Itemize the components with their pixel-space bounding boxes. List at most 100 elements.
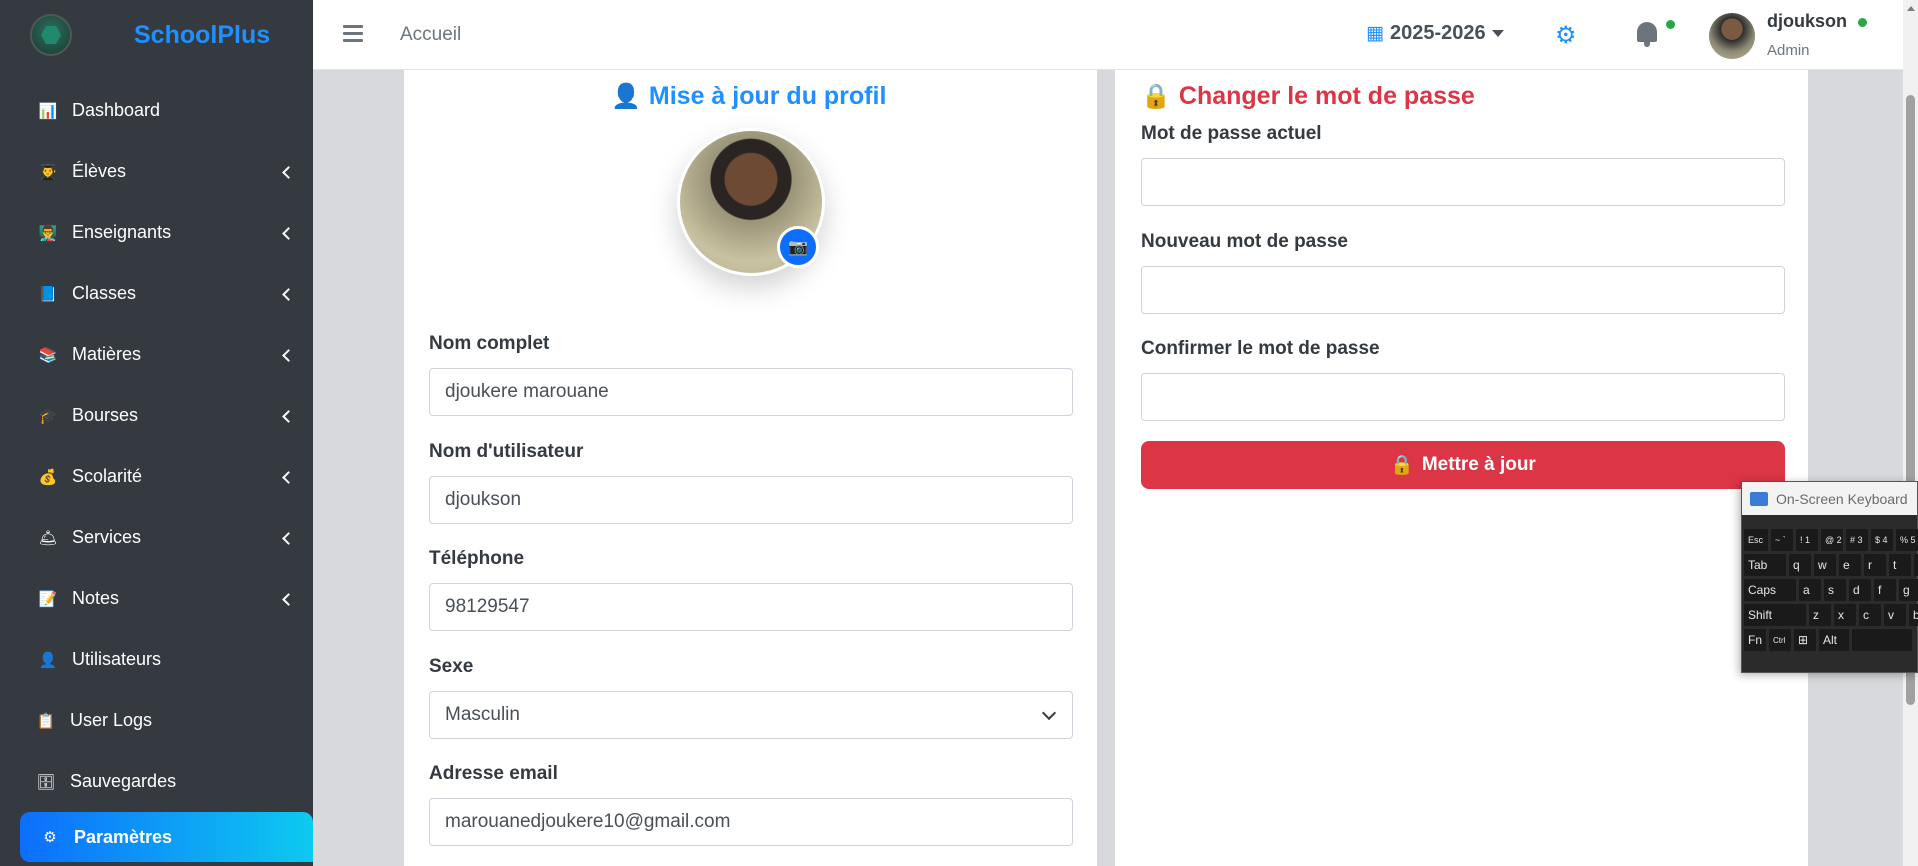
sidebar-item-utilisateurs[interactable]: 👤 Utilisateurs xyxy=(0,629,313,690)
osk-key[interactable]: a xyxy=(1799,579,1821,601)
osk-key[interactable]: ! 1 xyxy=(1796,529,1818,551)
sidebar-item-dashboard[interactable]: 📊 Dashboard xyxy=(0,80,313,141)
osk-key[interactable]: b xyxy=(1909,604,1918,626)
osk-key[interactable]: y xyxy=(1914,554,1918,576)
fullname-label: Nom complet xyxy=(429,333,550,354)
osk-key[interactable]: Tab xyxy=(1744,554,1786,576)
confirm-password-label: Confirmer le mot de passe xyxy=(1141,338,1380,359)
osk-spacebar[interactable] xyxy=(1852,629,1912,651)
memo-icon: 📝 xyxy=(38,590,58,608)
money-bag-icon: 💰 xyxy=(38,468,58,486)
school-year-dropdown[interactable]: ▦ 2025-2026 xyxy=(1366,22,1504,45)
brand[interactable]: SchoolPlus xyxy=(0,0,313,70)
brand-name: SchoolPlus xyxy=(134,20,271,49)
osk-key[interactable]: f xyxy=(1874,579,1896,601)
osk-key[interactable]: q xyxy=(1789,554,1811,576)
sidebar-item-enseignants[interactable]: 👨‍🏫 Enseignants xyxy=(0,202,313,263)
osk-key[interactable]: % 5 xyxy=(1896,529,1918,551)
osk-key[interactable]: Fn xyxy=(1744,629,1766,651)
osk-key[interactable]: # 3 xyxy=(1846,529,1868,551)
page-scrollbar[interactable] xyxy=(1903,0,1918,866)
osk-key[interactable]: z xyxy=(1809,604,1831,626)
osk-key[interactable]: Alt xyxy=(1819,629,1849,651)
current-password-field[interactable] xyxy=(1141,158,1785,206)
sidebar-item-notes[interactable]: 📝 Notes xyxy=(0,568,313,629)
camera-icon[interactable]: 📷 xyxy=(777,226,819,268)
lock-icon: 🔒 xyxy=(1141,83,1171,110)
avatar[interactable] xyxy=(1709,13,1755,59)
books-icon: 📚 xyxy=(38,346,58,364)
user-icon: 👤 xyxy=(38,651,58,669)
email-field[interactable]: marouanedjoukere10@gmail.com xyxy=(429,798,1073,846)
osk-key[interactable]: Esc xyxy=(1744,529,1768,551)
osk-key[interactable]: w xyxy=(1814,554,1836,576)
settings-gear-icon[interactable]: ⚙ xyxy=(1555,24,1577,48)
osk-key[interactable]: $ 4 xyxy=(1871,529,1893,551)
database-icon: 🗄 xyxy=(36,773,56,791)
update-password-button[interactable]: 🔒 Mettre à jour xyxy=(1141,441,1785,489)
windows-icon[interactable]: ⊞ xyxy=(1794,629,1816,651)
osk-key[interactable]: Caps xyxy=(1744,579,1796,601)
sidebar-item-label: Classes xyxy=(72,283,137,303)
email-label: Adresse email xyxy=(429,763,558,784)
user-name[interactable]: djoukson xyxy=(1767,11,1847,32)
school-year-value: 2025-2026 xyxy=(1389,22,1486,44)
password-card-title: 🔒 Changer le mot de passe xyxy=(1141,82,1475,111)
phone-field[interactable]: 98129547 xyxy=(429,583,1073,631)
sidebar-item-sauvegardes[interactable]: 🗄 Sauvegardes xyxy=(0,751,313,812)
osk-key[interactable]: @ 2 xyxy=(1821,529,1843,551)
calendar-icon: ▦ xyxy=(1366,23,1384,44)
sex-select[interactable]: Masculin xyxy=(429,691,1073,739)
osk-key[interactable]: v xyxy=(1884,604,1906,626)
update-button-label: Mettre à jour xyxy=(1421,454,1536,475)
osk-key[interactable]: c xyxy=(1859,604,1881,626)
menu-toggle-icon[interactable] xyxy=(343,25,363,43)
sidebar-item-classes[interactable]: 📘 Classes xyxy=(0,263,313,324)
sidebar-item-eleves[interactable]: 👨‍🎓 Élèves xyxy=(0,141,313,202)
topbar: Accueil ▦ 2025-2026 ⚙ djoukson Admin xyxy=(313,0,1903,70)
osk-key[interactable]: Ctrl xyxy=(1769,629,1791,651)
current-password-label: Mot de passe actuel xyxy=(1141,123,1322,144)
username-label: Nom d'utilisateur xyxy=(429,441,584,462)
osk-key[interactable]: d xyxy=(1849,579,1871,601)
on-screen-keyboard[interactable]: On-Screen Keyboard Esc ~ ` ! 1 @ 2 # 3 $… xyxy=(1741,481,1918,673)
notification-bell-icon[interactable] xyxy=(1635,20,1659,48)
sidebar-item-parametres[interactable]: ⚙ Paramètres xyxy=(20,812,313,862)
sidebar-item-user-logs[interactable]: 📋 User Logs xyxy=(0,690,313,751)
sidebar-item-scolarite[interactable]: 💰 Scolarité xyxy=(0,446,313,507)
osk-key[interactable]: e xyxy=(1839,554,1861,576)
osk-key[interactable]: Shift xyxy=(1744,604,1806,626)
chevron-left-icon xyxy=(281,165,291,179)
online-status-dot xyxy=(1858,18,1867,27)
sidebar-item-label: Dashboard xyxy=(72,100,161,120)
osk-key[interactable]: g xyxy=(1899,579,1918,601)
osk-key[interactable]: t xyxy=(1889,554,1911,576)
caret-down-icon xyxy=(1491,30,1504,37)
fullname-field[interactable]: djoukere marouane xyxy=(429,368,1073,416)
new-password-field[interactable] xyxy=(1141,266,1785,314)
scroll-up-icon[interactable] xyxy=(1907,6,1915,11)
chevron-left-icon xyxy=(281,531,291,545)
sidebar: SchoolPlus 📊 Dashboard 👨‍🎓 Élèves 👨‍🏫 Ensei… xyxy=(0,0,313,866)
sidebar-item-label: Utilisateurs xyxy=(72,649,162,669)
osk-key[interactable]: r xyxy=(1864,554,1886,576)
osk-key[interactable]: x xyxy=(1834,604,1856,626)
username-field[interactable]: djoukson xyxy=(429,476,1073,524)
osk-titlebar[interactable]: On-Screen Keyboard xyxy=(1742,482,1917,515)
sidebar-item-bourses[interactable]: 🎓 Bourses xyxy=(0,385,313,446)
confirm-password-field[interactable] xyxy=(1141,373,1785,421)
brand-logo xyxy=(30,14,72,56)
sidebar-item-label: Bourses xyxy=(72,405,139,425)
student-icon: 👨‍🎓 xyxy=(38,163,58,181)
sidebar-item-matieres[interactable]: 📚 Matières xyxy=(0,324,313,385)
breadcrumb[interactable]: Accueil xyxy=(400,24,461,46)
lock-icon: 🔒 xyxy=(1390,455,1414,476)
sidebar-item-label: Notes xyxy=(72,588,120,608)
osk-key[interactable]: s xyxy=(1824,579,1846,601)
osk-key[interactable]: ~ ` xyxy=(1771,529,1793,551)
chevron-left-icon xyxy=(281,470,291,484)
sidebar-item-label: Élèves xyxy=(72,161,127,181)
sidebar-item-services[interactable]: 🛎 Services xyxy=(0,507,313,568)
chevron-left-icon xyxy=(281,348,291,362)
bell-service-icon: 🛎 xyxy=(38,529,58,547)
